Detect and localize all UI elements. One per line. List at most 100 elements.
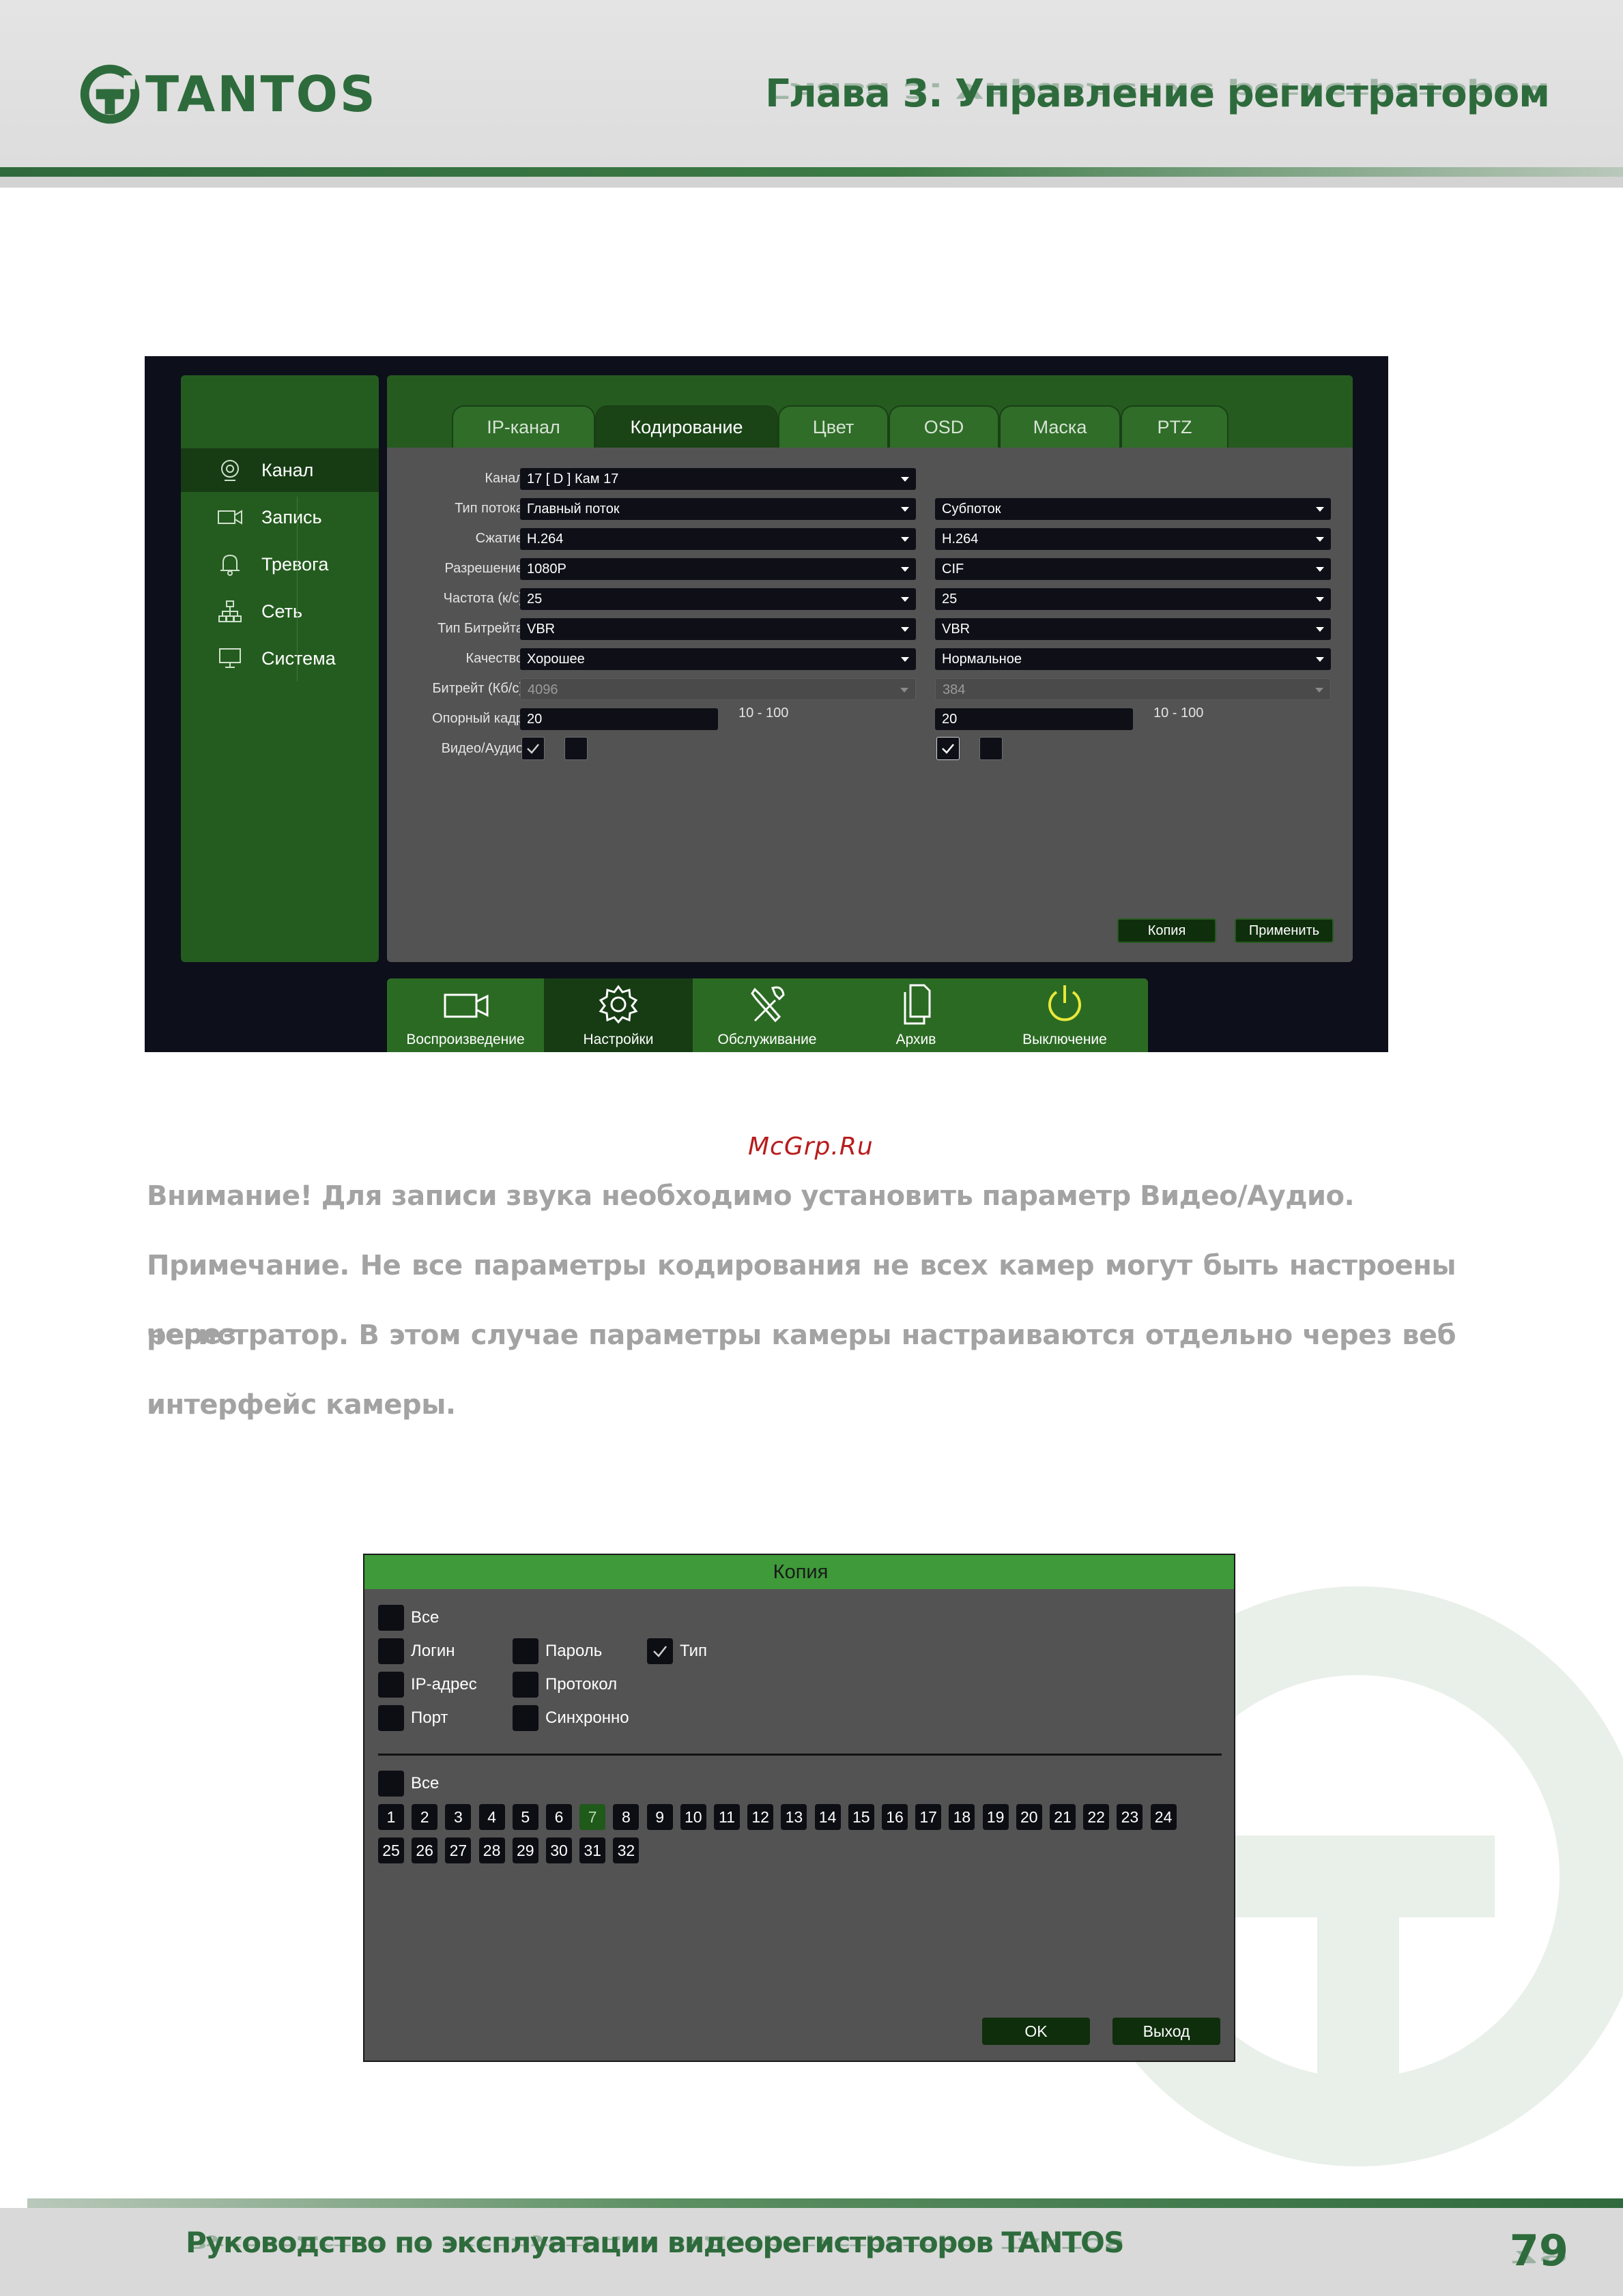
channel-button-11[interactable]: 11 [714,1804,740,1830]
main-audio-checkbox[interactable] [564,737,588,760]
param-password-row[interactable]: Пароль [513,1638,602,1664]
menu-settings[interactable]: Настройки [544,978,693,1052]
channel-all-checkbox[interactable] [378,1771,404,1797]
chevron-down-icon [900,688,908,693]
param-login-checkbox[interactable] [378,1638,404,1664]
copy-button[interactable]: Копия [1117,918,1216,943]
main-quality-select[interactable]: Хорошее [520,648,916,670]
channel-button-15[interactable]: 15 [848,1804,874,1830]
channel-button-14[interactable]: 14 [814,1804,841,1830]
channel-select[interactable]: 17 [ D ] Кам 17 [520,468,916,490]
param-ip-row[interactable]: IP-адрес [378,1672,477,1698]
channel-button-5[interactable]: 5 [512,1804,538,1830]
menu-archive[interactable]: Архив [842,978,990,1052]
channel-button-26[interactable]: 26 [412,1837,438,1863]
main-compression-select[interactable]: H.264 [520,528,916,550]
tab-mask[interactable]: Маска [999,405,1121,448]
sub-audio-checkbox[interactable] [979,737,1003,760]
dialog-title: Копия [364,1555,1234,1589]
channel-button-20[interactable]: 20 [1016,1804,1042,1830]
channel-button-27[interactable]: 27 [445,1837,472,1863]
channel-button-18[interactable]: 18 [949,1804,975,1830]
sub-compression-select[interactable]: H.264 [935,528,1331,550]
sub-video-checkbox[interactable] [936,737,960,760]
tab-ip-channel[interactable]: IP-канал [452,405,595,448]
settings-sidebar: Канал Запись Тревога Сеть Система [181,375,379,962]
sidebar-item-network[interactable]: Сеть [181,590,379,633]
channel-button-8[interactable]: 8 [613,1804,640,1830]
param-ip-checkbox[interactable] [378,1672,404,1698]
main-keyframe-range: 10 - 100 [738,706,789,721]
channel-button-21[interactable]: 21 [1050,1804,1076,1830]
check-icon [942,744,954,754]
channel-button-25[interactable]: 25 [378,1837,404,1863]
param-port-checkbox[interactable] [378,1705,404,1731]
monitor-icon [215,643,245,673]
param-port-row[interactable]: Порт [378,1705,448,1731]
main-stream-type-select[interactable]: Главный поток [520,498,916,520]
channel-button-17[interactable]: 17 [915,1804,942,1830]
menu-shutdown[interactable]: Выключение [990,978,1139,1052]
network-icon [215,596,245,626]
apply-button[interactable]: Применить [1235,918,1334,943]
channel-button-22[interactable]: 22 [1083,1804,1110,1830]
main-bitrate-type-select[interactable]: VBR [520,618,916,640]
param-protocol-row[interactable]: Протокол [513,1672,617,1698]
channel-button-13[interactable]: 13 [781,1804,807,1830]
channel-button-4[interactable]: 4 [478,1804,505,1830]
main-video-checkbox[interactable] [521,737,545,760]
channel-button-31[interactable]: 31 [579,1837,606,1863]
camera-lens-icon [215,455,245,485]
channel-button-23[interactable]: 23 [1117,1804,1143,1830]
tab-ptz[interactable]: PTZ [1121,405,1229,448]
menu-playback[interactable]: Воспроизведение [387,978,544,1052]
note-line-2: регистратор. В этом случае параметры кам… [147,1320,1456,1351]
param-sync-checkbox[interactable] [513,1705,538,1731]
sidebar-item-system[interactable]: Система [181,637,379,680]
tab-osd[interactable]: OSD [889,405,999,448]
label-frame-rate: Частота (к/с) [443,591,523,606]
param-protocol-checkbox[interactable] [513,1672,538,1698]
channel-button-3[interactable]: 3 [445,1804,472,1830]
channel-button-19[interactable]: 19 [982,1804,1009,1830]
menu-maintenance[interactable]: Обслуживание [693,978,842,1052]
sub-quality-select[interactable]: Нормальное [935,648,1331,670]
channel-button-29[interactable]: 29 [512,1837,538,1863]
sub-stream-type-select[interactable]: Субпоток [935,498,1331,520]
ok-button[interactable]: OK [982,2018,1090,2045]
channel-button-24[interactable]: 24 [1150,1804,1177,1830]
main-resolution-select[interactable]: 1080P [520,558,916,580]
main-frame-rate-select[interactable]: 25 [520,588,916,610]
sub-resolution-select[interactable]: CIF [935,558,1331,580]
site-watermark-link[interactable]: McGrp.Ru [748,1133,874,1161]
channel-button-6[interactable]: 6 [546,1804,572,1830]
channel-button-28[interactable]: 28 [478,1837,505,1863]
channel-button-32[interactable]: 32 [613,1837,640,1863]
sidebar-item-channel[interactable]: Канал [181,448,379,492]
param-login-row[interactable]: Логин [378,1638,455,1664]
channel-button-16[interactable]: 16 [882,1804,908,1830]
channel-button-30[interactable]: 30 [546,1837,572,1863]
channel-button-7[interactable]: 7 [579,1804,606,1830]
param-type-checkbox[interactable] [647,1638,673,1664]
param-all-row[interactable]: Все [378,1605,439,1631]
exit-button[interactable]: Выход [1112,2018,1220,2045]
sidebar-item-alarm[interactable]: Тревога [181,542,379,586]
channel-button-1[interactable]: 1 [378,1804,404,1830]
param-type-row[interactable]: Тип [647,1638,707,1664]
channel-all-row[interactable]: Все [378,1771,439,1797]
param-all-checkbox[interactable] [378,1605,404,1631]
sidebar-item-record[interactable]: Запись [181,495,379,539]
sub-keyframe-input[interactable]: 20 [935,708,1133,730]
channel-button-10[interactable]: 10 [680,1804,706,1830]
tab-encoding[interactable]: Кодирование [595,405,778,448]
sub-frame-rate-select[interactable]: 25 [935,588,1331,610]
tab-color[interactable]: Цвет [778,405,889,448]
sub-bitrate-type-select[interactable]: VBR [935,618,1331,640]
channel-button-9[interactable]: 9 [646,1804,673,1830]
channel-button-12[interactable]: 12 [747,1804,774,1830]
param-password-checkbox[interactable] [513,1638,538,1664]
main-keyframe-input[interactable]: 20 [520,708,718,730]
channel-button-2[interactable]: 2 [412,1804,438,1830]
param-sync-row[interactable]: Синхронно [513,1705,629,1731]
